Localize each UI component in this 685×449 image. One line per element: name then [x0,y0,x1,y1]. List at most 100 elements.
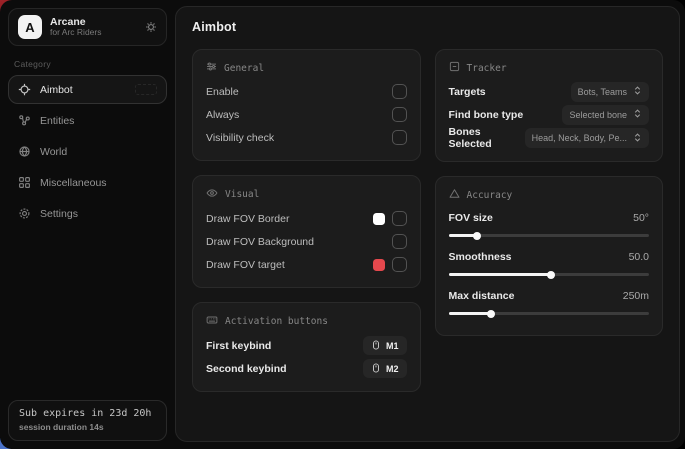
sidebar-item-label: Miscellaneous [40,177,107,189]
slider-thumb[interactable] [473,232,481,240]
keybind-hint [135,84,157,95]
second-keybind-value: M2 [386,364,399,374]
chevron-up-down-icon [633,86,642,97]
setting-label: Max distance [449,290,515,302]
sidebar-item-world[interactable]: World [8,137,167,166]
sidebar-item-miscellaneous[interactable]: Miscellaneous [8,168,167,197]
smoothness-value: 50.0 [629,251,649,263]
activation-card-title: Activation buttons [225,316,328,327]
accuracy-card: Accuracy FOV size 50° [435,176,664,336]
draw-fov-border-checkbox[interactable] [392,211,407,226]
setting-label: Second keybind [206,363,287,375]
activation-card: Activation buttons First keybind M1 [192,302,421,392]
setting-label: Always [206,109,239,121]
setting-row-find-bone-type: Find bone type Selected bone [449,103,650,126]
setting-row-visibility-check: Visibility check [206,126,407,149]
setting-label: Bones Selected [449,126,525,150]
second-keybind-button[interactable]: M2 [363,359,407,378]
fov-target-color-swatch[interactable] [373,259,385,271]
max-distance-value: 250m [623,290,649,302]
visual-card-title: Visual [225,189,259,200]
app-logo: A [18,15,42,39]
app-window: A Arcane for Arc Riders Category [0,0,685,449]
fov-size-slider[interactable] [449,234,650,237]
setting-row-targets: Targets Bots, Teams [449,80,650,103]
setting-row-second-keybind: Second keybind M2 [206,357,407,380]
session-duration-text: session duration 14s [19,422,156,432]
accuracy-card-title: Accuracy [467,190,513,201]
setting-label: Draw FOV Border [206,213,289,225]
visual-card-header: Visual [206,187,407,202]
sidebar-item-label: Settings [40,208,78,220]
sub-expiry-text: Sub expires in 23d 20h [19,408,156,419]
targets-dropdown[interactable]: Bots, Teams [571,82,649,102]
tracker-card: Tracker Targets Bots, Teams [435,49,664,162]
bones-selected-dropdown-value: Head, Neck, Body, Pe... [532,133,627,143]
sidebar-item-label: Aimbot [40,84,73,96]
sidebar-item-label: World [40,146,67,158]
find-bone-type-dropdown-value: Selected bone [569,110,627,120]
settings-gear-icon [18,207,31,220]
main-panel: Aimbot General Enable [175,6,680,442]
sidebar-item-aimbot[interactable]: Aimbot [8,75,167,104]
draw-fov-background-checkbox[interactable] [392,234,407,249]
bones-selected-dropdown[interactable]: Head, Neck, Body, Pe... [525,128,649,148]
brand-text: Arcane for Arc Riders [50,16,137,38]
sidebar-item-settings[interactable]: Settings [8,199,167,228]
slider-thumb[interactable] [547,271,555,279]
scan-box-icon [449,61,460,75]
visibility-check-checkbox[interactable] [392,130,407,145]
entities-icon [18,114,31,127]
fov-border-color-swatch[interactable] [373,213,385,225]
sliders-icon [206,61,217,75]
gear-icon[interactable] [145,21,157,33]
setting-row-draw-fov-target: Draw FOV target [206,253,407,276]
setting-row-max-distance: Max distance 250m [449,285,650,315]
setting-row-fov-size: FOV size 50° [449,207,650,237]
slider-thumb[interactable] [487,310,495,318]
right-column: Tracker Targets Bots, Teams [435,49,664,392]
max-distance-slider[interactable] [449,312,650,315]
subscription-status-card: Sub expires in 23d 20h session duration … [8,400,167,441]
chevron-up-down-icon [633,109,642,120]
tracker-card-title: Tracker [467,63,507,74]
setting-label: Visibility check [206,132,274,144]
sidebar-item-label: Entities [40,115,74,127]
activation-card-header: Activation buttons [206,314,407,329]
targets-dropdown-value: Bots, Teams [578,87,627,97]
mouse-icon [371,340,381,352]
setting-label: Find bone type [449,109,524,121]
first-keybind-button[interactable]: M1 [363,336,407,355]
setting-label: Enable [206,86,239,98]
fov-size-value: 50° [633,212,649,224]
eye-icon [206,187,218,202]
slider-fill [449,273,551,276]
tracker-card-header: Tracker [449,61,650,75]
setting-row-smoothness: Smoothness 50.0 [449,246,650,276]
setting-row-first-keybind: First keybind M1 [206,334,407,357]
draw-fov-target-checkbox[interactable] [392,257,407,272]
sidebar-item-entities[interactable]: Entities [8,106,167,135]
setting-row-bones-selected: Bones Selected Head, Neck, Body, Pe... [449,126,650,150]
setting-row-draw-fov-border: Draw FOV Border [206,207,407,230]
general-card-header: General [206,61,407,75]
setting-label: FOV size [449,212,493,224]
smoothness-slider[interactable] [449,273,650,276]
setting-row-draw-fov-background: Draw FOV Background [206,230,407,253]
setting-label: Smoothness [449,251,512,263]
category-nav: Aimbot Entities World [8,75,167,228]
triangle-icon [449,188,460,202]
enable-checkbox[interactable] [392,84,407,99]
accuracy-card-header: Accuracy [449,188,650,202]
page-title: Aimbot [192,20,663,34]
keyboard-icon [206,314,218,329]
setting-row-always: Always [206,103,407,126]
setting-label: Draw FOV target [206,259,285,271]
sidebar: A Arcane for Arc Riders Category [0,0,175,449]
setting-row-enable: Enable [206,80,407,103]
brand-subtitle: for Arc Riders [50,28,137,38]
always-checkbox[interactable] [392,107,407,122]
find-bone-type-dropdown[interactable]: Selected bone [562,105,649,125]
setting-label: Draw FOV Background [206,236,314,248]
slider-fill [449,312,491,315]
